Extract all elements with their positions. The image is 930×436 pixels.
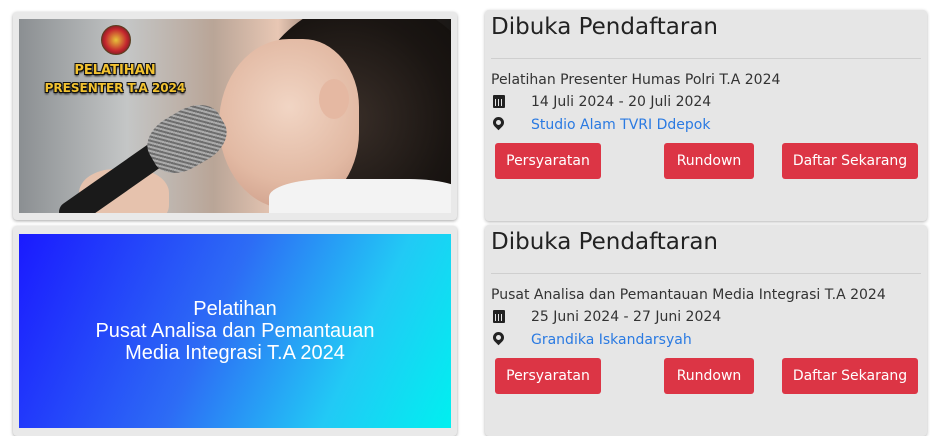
event-dates: 14 Juli 2024 - 20 Juli 2024 [531,94,712,110]
polri-emblem-logo [101,25,131,55]
event-name: Pelatihan Presenter Humas Polri T.A 2024 [491,72,781,88]
banner-line-3: Media Integrasi T.A 2024 [125,342,345,364]
register-now-button[interactable]: Daftar Sekarang [782,358,918,394]
banner-line-2: Pusat Analisa dan Pemantauan [95,320,375,342]
divider [491,58,921,59]
event-info-card-1: Dibuka Pendaftaran Pelatihan Presenter H… [485,10,927,221]
media-integration-banner: Pelatihan Pusat Analisa dan Pemantauan M… [19,234,451,428]
rundown-button[interactable]: Rundown [664,143,754,179]
divider [491,273,921,274]
event-dates-row: 25 Juni 2024 - 27 Juni 2024 [491,309,721,325]
registration-status: Dibuka Pendaftaran [491,229,719,255]
calendar-icon [491,94,515,110]
event-name: Pusat Analisa dan Pemantauan Media Integ… [491,287,886,303]
requirements-button[interactable]: Persyaratan [495,143,601,179]
calendar-icon [491,309,515,325]
map-marker-icon [490,114,515,133]
event-location-link[interactable]: Grandika Iskandarsyah [531,332,692,348]
requirements-button[interactable]: Persyaratan [495,358,601,394]
registration-status: Dibuka Pendaftaran [491,14,719,40]
event-dates-row: 14 Juli 2024 - 20 Juli 2024 [491,94,711,110]
event-info-card-2: Dibuka Pendaftaran Pusat Analisa dan Pem… [485,225,927,436]
map-marker-icon [490,329,515,348]
poster-title-line-1: PELATIHAN [74,63,156,78]
event-location-row[interactable]: Grandika Iskandarsyah [490,329,692,348]
rundown-button[interactable]: Rundown [664,358,754,394]
training-poster-card-2[interactable]: Pelatihan Pusat Analisa dan Pemantauan M… [13,226,457,436]
poster-title-line-2: PRESENTER T.A 2024 [44,81,186,95]
event-location-row[interactable]: Studio Alam TVRI Ddepok [490,114,710,133]
event-location-link[interactable]: Studio Alam TVRI Ddepok [531,117,710,133]
event-dates: 25 Juni 2024 - 27 Juni 2024 [531,309,722,325]
banner-line-1: Pelatihan [193,298,277,320]
register-now-button[interactable]: Daftar Sekarang [782,143,918,179]
training-poster-card-1[interactable]: PELATIHAN PRESENTER T.A 2024 [13,12,457,220]
presenter-training-photo: PELATIHAN PRESENTER T.A 2024 [19,19,451,213]
